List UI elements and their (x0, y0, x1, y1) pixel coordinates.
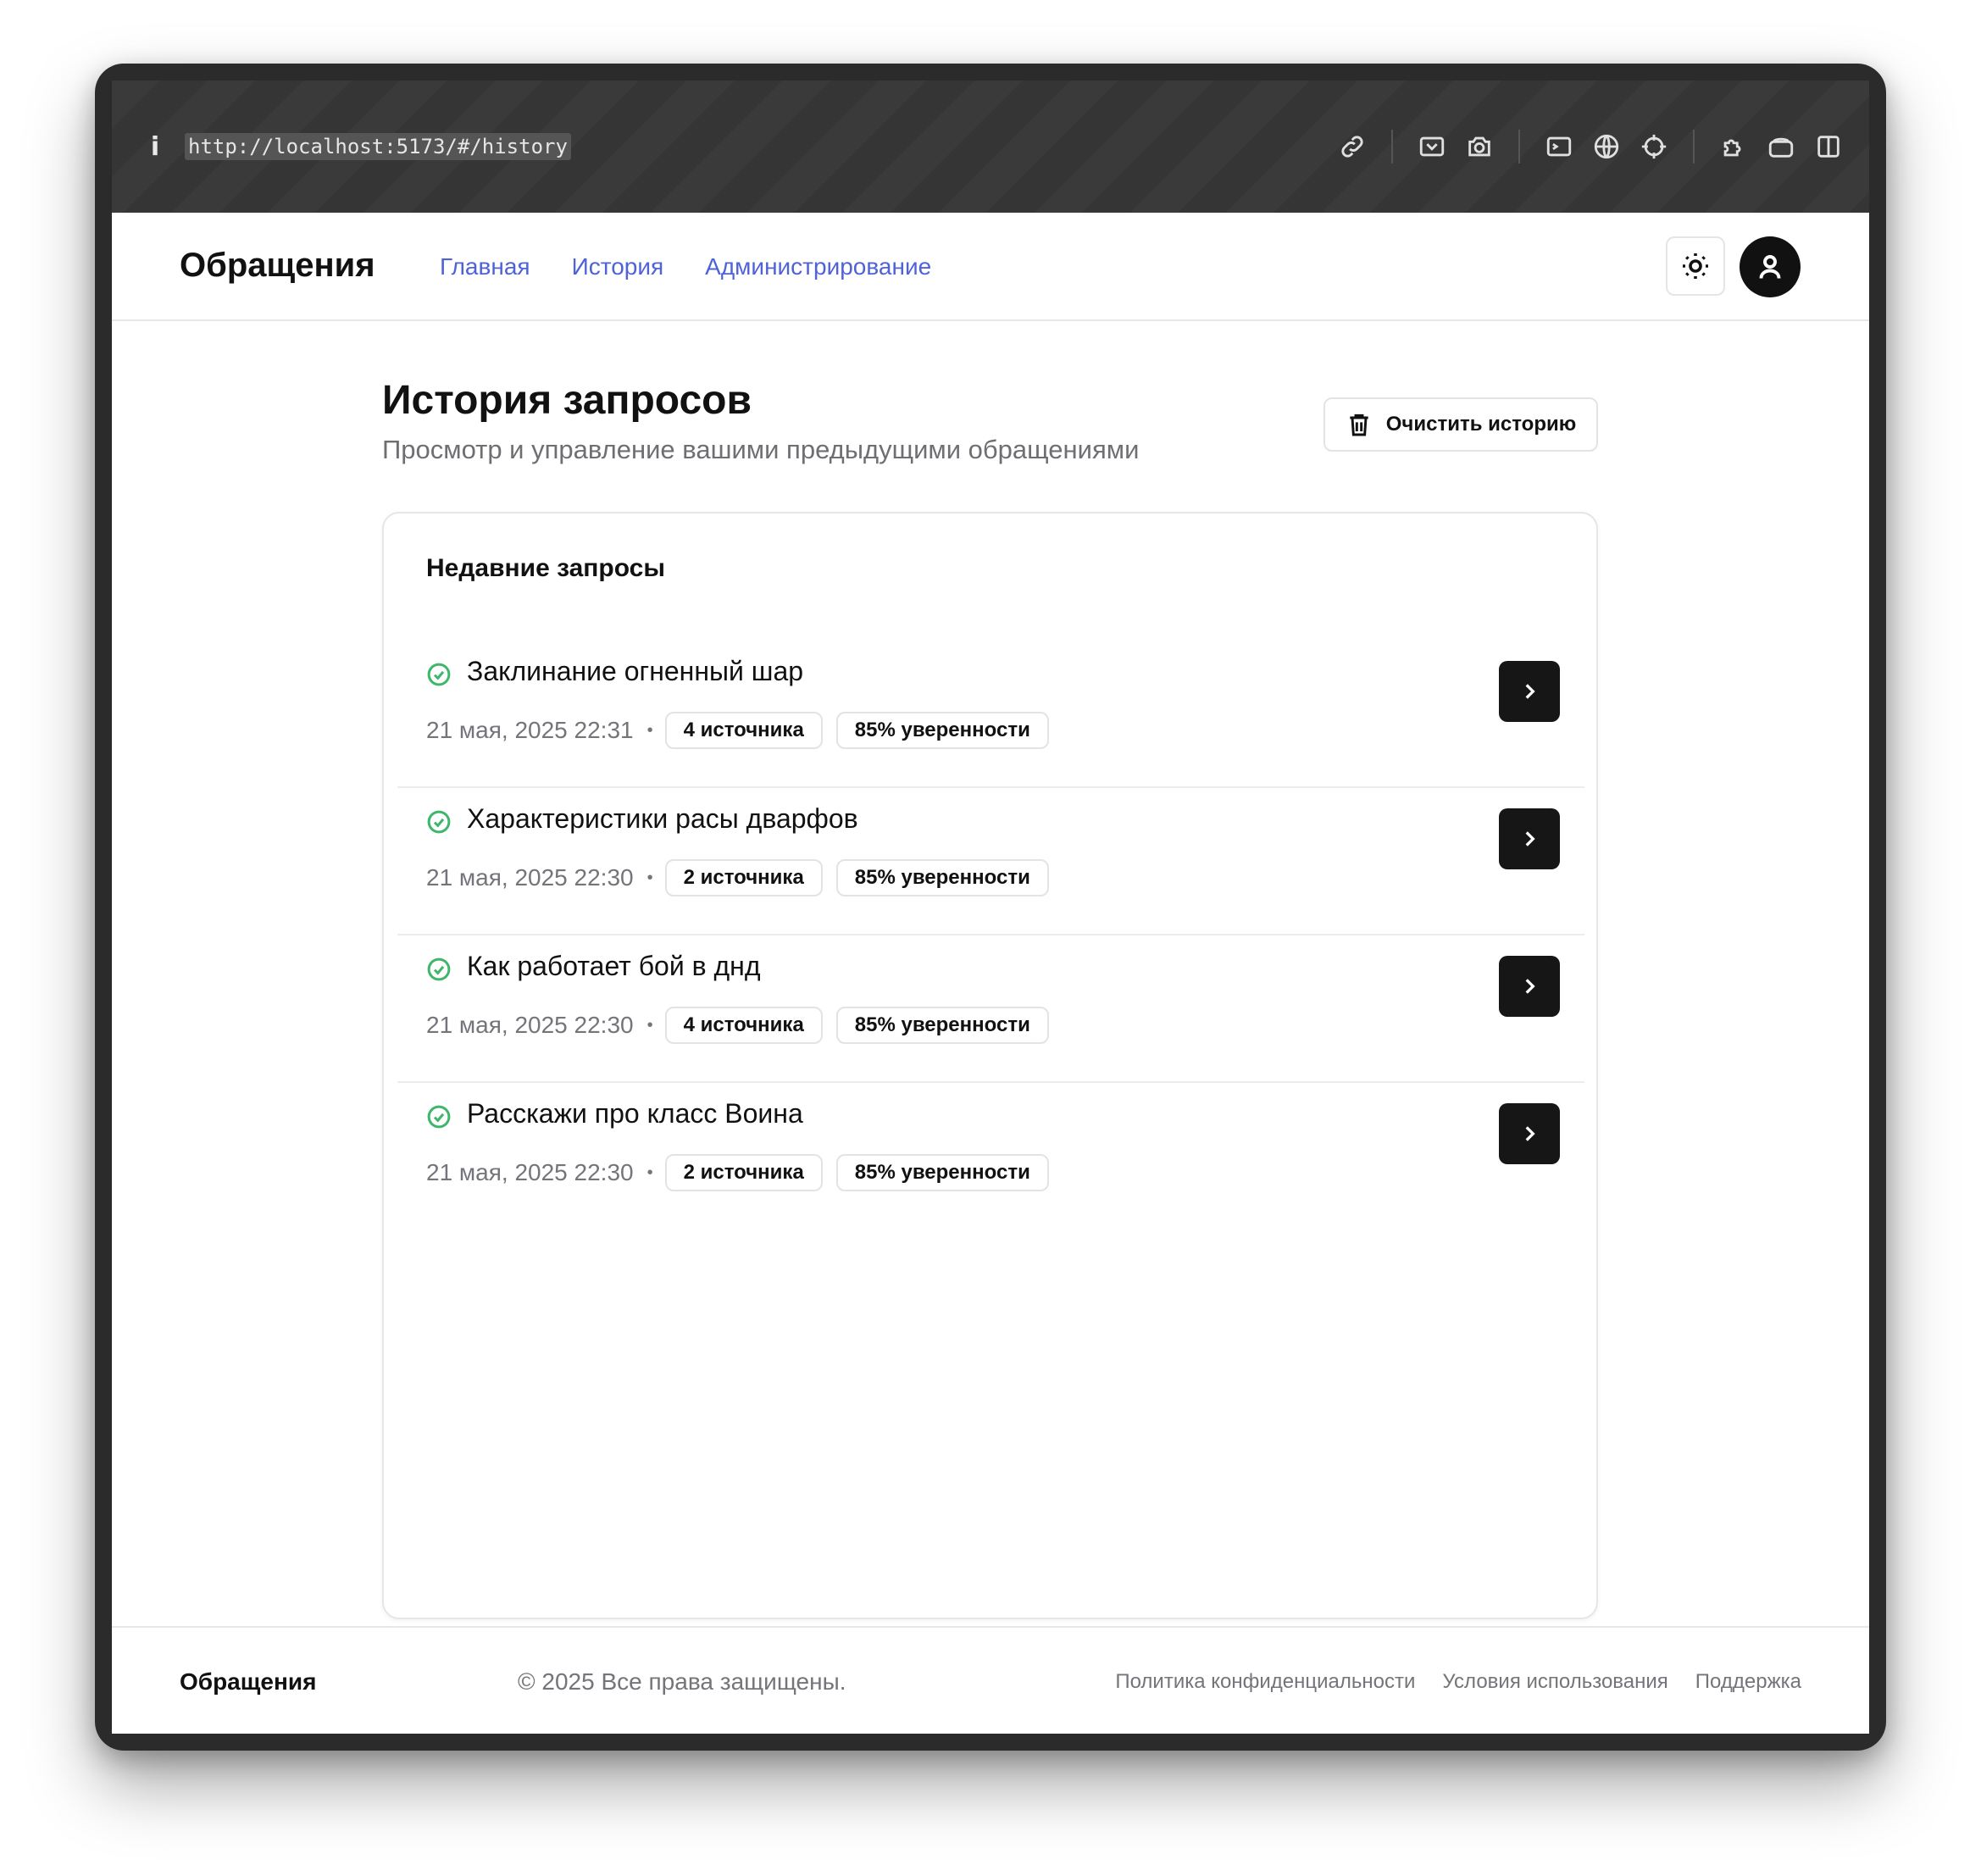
confidence-badge: 85% уверенности (835, 1007, 1049, 1044)
chevron-right-icon (1525, 684, 1535, 699)
request-meta: 21 мая, 2025 22:30 • 2 источника 85% уве… (426, 1154, 1063, 1191)
meta-separator: • (646, 720, 653, 740)
request-title: Как работает бой в днд (467, 951, 761, 981)
browser-window: i http://localhost:5173/#/history Обраще… (95, 64, 1886, 1751)
privacy-link[interactable]: Политика конфиденциальности (1115, 1670, 1415, 1694)
sidebar-icon[interactable] (1805, 123, 1852, 170)
request-title: Заклинание огненный шар (467, 656, 804, 686)
toolbar-icons (1329, 80, 1852, 213)
confidence-badge: 85% уверенности (835, 1154, 1049, 1191)
nav-admin[interactable]: Администрирование (705, 253, 931, 280)
user-avatar-button[interactable] (1740, 236, 1801, 297)
main-nav: Главная История Администрирование (440, 253, 931, 280)
toolbar-divider (1518, 130, 1520, 164)
open-request-button[interactable] (1499, 956, 1560, 1017)
clear-history-button[interactable]: Очистить историю (1323, 397, 1598, 452)
info-icon[interactable]: i (142, 132, 168, 162)
request-item: Заклинание огненный шар 21 мая, 2025 22:… (397, 641, 1584, 788)
request-item: Характеристики расы дварфов 21 мая, 2025… (397, 788, 1584, 935)
chevron-right-icon (1525, 979, 1535, 994)
open-request-button[interactable] (1499, 661, 1560, 722)
sources-badge: 4 источника (664, 712, 823, 749)
meta-separator: • (646, 868, 653, 887)
sun-icon (1683, 253, 1708, 279)
request-item: Расскажи про класс Воина 21 мая, 2025 22… (397, 1083, 1584, 1230)
request-item: Как работает бой в днд 21 мая, 2025 22:3… (397, 935, 1584, 1083)
user-icon (1759, 255, 1781, 279)
page-viewport: Обращения Главная История Администрирова… (112, 213, 1869, 1734)
recent-requests-card: Недавние запросы Заклинание огненный шар… (382, 512, 1598, 1619)
site-header: Обращения Главная История Администрирова… (112, 213, 1869, 321)
nav-home[interactable]: Главная (440, 253, 530, 280)
request-date: 21 мая, 2025 22:30 (426, 1159, 634, 1185)
open-request-button[interactable] (1499, 808, 1560, 869)
sources-badge: 4 источника (664, 1007, 823, 1044)
check-circle-icon (426, 809, 452, 835)
globe-icon[interactable] (1583, 123, 1630, 170)
request-date: 21 мая, 2025 22:31 (426, 717, 634, 743)
request-title: Характеристики расы дварфов (467, 803, 858, 834)
trash-icon (1350, 413, 1368, 436)
request-meta: 21 мая, 2025 22:30 • 4 источника 85% уве… (426, 1007, 1063, 1044)
check-circle-icon (426, 662, 452, 687)
request-date: 21 мая, 2025 22:30 (426, 864, 634, 891)
check-circle-icon (426, 1104, 452, 1129)
crosshair-icon[interactable] (1630, 123, 1678, 170)
camera-icon[interactable] (1456, 123, 1503, 170)
address-bar[interactable]: http://localhost:5173/#/history (185, 133, 571, 160)
chevron-right-icon (1525, 1126, 1535, 1141)
page-subtitle: Просмотр и управление вашими предыдущими… (382, 435, 1140, 464)
toolbar-divider (1693, 130, 1695, 164)
site-brand[interactable]: Обращения (180, 247, 375, 285)
confidence-badge: 85% уверенности (835, 712, 1049, 749)
extension-icon[interactable] (1710, 123, 1757, 170)
footer-links: Политика конфиденциальности Условия испо… (1115, 1670, 1801, 1694)
toolbar-divider (1391, 130, 1393, 164)
footer-copyright: © 2025 Все права защищены. (518, 1668, 846, 1695)
page-title: История запросов (382, 378, 752, 423)
request-meta: 21 мая, 2025 22:31 • 4 источника 85% уве… (426, 712, 1063, 749)
check-circle-icon (426, 957, 452, 982)
sources-badge: 2 источника (664, 1154, 823, 1191)
off-toggle-icon[interactable] (1757, 123, 1805, 170)
support-link[interactable]: Поддержка (1695, 1670, 1801, 1694)
theme-toggle-button[interactable] (1666, 236, 1725, 296)
sources-badge: 2 источника (664, 859, 823, 896)
request-date: 21 мая, 2025 22:30 (426, 1012, 634, 1038)
request-list: Заклинание огненный шар 21 мая, 2025 22:… (397, 641, 1584, 1230)
clear-history-label: Очистить историю (1385, 413, 1577, 436)
card-title: Недавние запросы (426, 554, 665, 582)
site-footer: Обращения © 2025 Все права защищены. Пол… (112, 1626, 1869, 1734)
terminal-icon[interactable] (1535, 123, 1583, 170)
screenshot-region-icon[interactable] (1408, 123, 1456, 170)
request-meta: 21 мая, 2025 22:30 • 2 источника 85% уве… (426, 859, 1063, 896)
confidence-badge: 85% уверенности (835, 859, 1049, 896)
nav-history[interactable]: История (572, 253, 664, 280)
meta-separator: • (646, 1163, 653, 1182)
chevron-right-icon (1525, 831, 1535, 846)
open-request-button[interactable] (1499, 1103, 1560, 1164)
browser-toolbar: i http://localhost:5173/#/history (112, 80, 1869, 213)
terms-link[interactable]: Условия использования (1442, 1670, 1667, 1694)
footer-brand: Обращения (180, 1668, 317, 1695)
request-title: Расскажи про класс Воина (467, 1098, 803, 1129)
meta-separator: • (646, 1015, 653, 1035)
link-icon[interactable] (1329, 123, 1376, 170)
